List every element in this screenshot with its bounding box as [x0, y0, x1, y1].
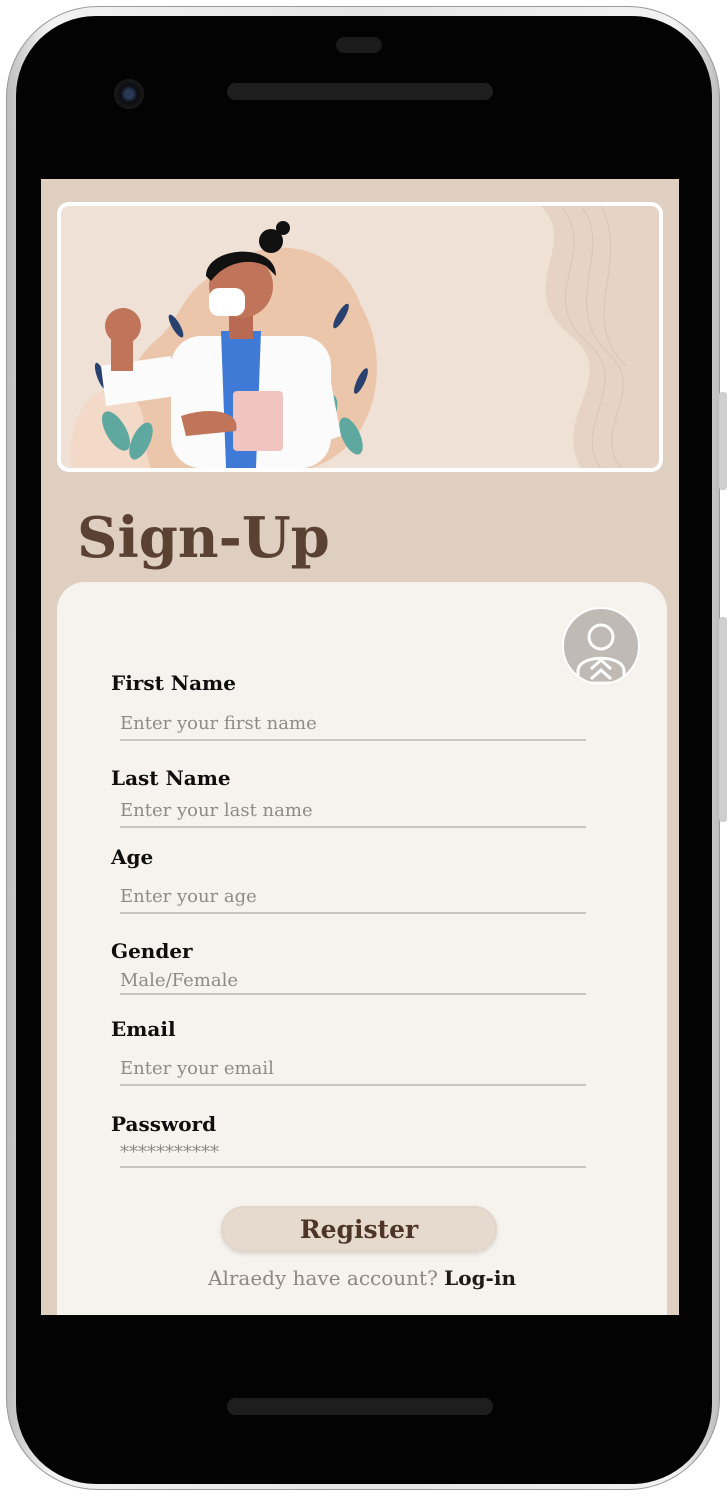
last-name-label: Last Name: [111, 766, 231, 790]
age-label: Age: [111, 845, 154, 869]
bottom-speaker-grille: [227, 1398, 493, 1415]
top-speaker-grille: [227, 83, 493, 100]
profile-photo-upload[interactable]: [562, 607, 640, 685]
page-title: Sign-Up: [77, 505, 330, 571]
login-prompt-text: Alraedy have account?: [208, 1266, 438, 1290]
volume-button: [719, 617, 727, 822]
doctor-illustration-icon: [70, 206, 659, 468]
app-screen: Sign-Up First Name Last Name Age Gender …: [41, 179, 679, 1315]
login-prompt-line: Alraedy have account? Log-in: [57, 1266, 667, 1290]
gender-label: Gender: [111, 939, 193, 963]
banner-image: [57, 202, 663, 472]
age-field[interactable]: [120, 884, 586, 914]
gender-field[interactable]: [120, 971, 586, 995]
password-label: Password: [111, 1112, 217, 1136]
power-button: [719, 392, 727, 490]
front-camera-icon: [114, 79, 144, 109]
last-name-field[interactable]: [120, 798, 586, 828]
first-name-label: First Name: [111, 671, 236, 695]
first-name-field[interactable]: [120, 711, 586, 741]
register-button[interactable]: Register: [221, 1206, 497, 1252]
email-label: Email: [111, 1017, 176, 1041]
email-field[interactable]: [120, 1056, 586, 1086]
earpiece-speaker: [336, 37, 382, 53]
login-link[interactable]: Log-in: [444, 1266, 516, 1290]
password-field[interactable]: [120, 1142, 586, 1168]
signup-form-card: First Name Last Name Age Gender Email Pa…: [57, 582, 667, 1315]
user-upload-icon: [576, 623, 626, 683]
